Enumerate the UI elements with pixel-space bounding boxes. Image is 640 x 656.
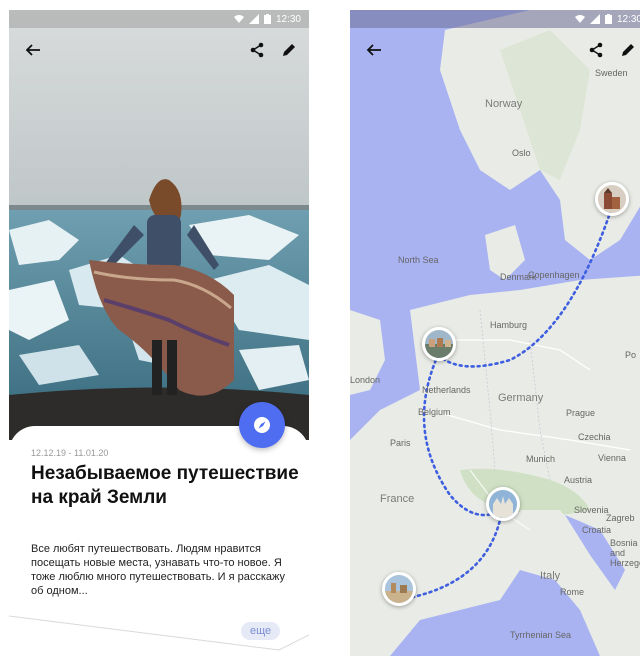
arrow-back-icon xyxy=(366,44,381,56)
route-marker-milan[interactable] xyxy=(486,487,520,521)
share-button[interactable] xyxy=(584,38,608,62)
signal-icon xyxy=(589,14,600,24)
label-croatia: Croatia xyxy=(582,525,612,535)
label-tyrrhenian: Tyrrhenian Sea xyxy=(510,630,572,640)
battery-icon xyxy=(263,14,271,24)
label-norway: Norway xyxy=(485,98,523,110)
label-slovenia: Slovenia xyxy=(574,505,609,515)
label-netherlands: Netherlands xyxy=(422,385,471,395)
pencil-icon xyxy=(622,44,634,56)
wifi-icon xyxy=(574,15,585,23)
label-vienna: Vienna xyxy=(598,453,626,463)
status-time: 12:30 xyxy=(275,13,301,25)
label-rome: Rome xyxy=(560,587,585,597)
label-zagreb: Zagreb xyxy=(606,513,635,523)
compass-icon xyxy=(254,417,270,433)
label-belgium: Belgium xyxy=(418,407,451,417)
story-toolbar xyxy=(9,28,309,72)
status-bar: 12:30 xyxy=(350,10,640,28)
story-description: Все любят путешествовать. Людям нравится… xyxy=(31,543,285,597)
share-icon xyxy=(589,42,603,58)
route-marker-stockholm[interactable] xyxy=(595,182,629,216)
label-copenhagen: Copenhagen xyxy=(528,270,580,280)
label-italy: Italy xyxy=(540,570,561,582)
more-button[interactable]: еще xyxy=(241,622,281,640)
label-bosnia: Bosnia and Herzegovina xyxy=(610,538,640,568)
wifi-icon xyxy=(233,15,244,23)
map-button[interactable] xyxy=(239,402,285,448)
map-toolbar xyxy=(350,28,640,72)
photo-thumbnail xyxy=(489,490,517,518)
arrow-back-icon xyxy=(25,44,40,56)
label-prague: Prague xyxy=(566,408,596,418)
route-marker-amsterdam[interactable] xyxy=(422,327,456,361)
share-button[interactable] xyxy=(245,38,269,62)
photo-thumbnail xyxy=(598,185,626,213)
story-screen: 12:30 12.12.19 - 11.01.20 Незабываемое п… xyxy=(9,10,309,656)
edit-button[interactable] xyxy=(277,38,301,62)
label-germany: Germany xyxy=(498,392,544,404)
status-time: 12:30 xyxy=(616,13,640,25)
label-po: Po xyxy=(625,350,637,360)
photo-thumbnail xyxy=(385,575,413,603)
share-icon xyxy=(250,42,264,58)
story-title: Незабываемое путешествие на край Земли xyxy=(31,463,299,508)
back-button[interactable] xyxy=(21,38,45,62)
story-cover-photo xyxy=(9,10,309,440)
label-hamburg: Hamburg xyxy=(490,320,528,330)
label-austria: Austria xyxy=(564,475,593,485)
signal-icon xyxy=(248,14,259,24)
story-dates: 12.12.19 - 11.01.20 xyxy=(31,448,109,458)
label-oslo: Oslo xyxy=(512,148,531,158)
label-north-sea: North Sea xyxy=(398,255,439,265)
photo-thumbnail xyxy=(425,330,453,358)
label-paris: Paris xyxy=(390,438,411,448)
label-london: London xyxy=(350,375,381,385)
battery-icon xyxy=(604,14,612,24)
label-munich: Munich xyxy=(526,454,556,464)
label-france: France xyxy=(380,493,415,505)
edit-button[interactable] xyxy=(616,38,640,62)
status-bar: 12:30 xyxy=(9,10,309,28)
back-button[interactable] xyxy=(362,38,386,62)
route-marker-barcelona[interactable] xyxy=(382,572,416,606)
label-czechia: Czechia xyxy=(578,432,611,442)
pencil-icon xyxy=(283,44,295,56)
map-screen: Norway Sweden North Sea Denmark Copenhag… xyxy=(350,10,640,656)
